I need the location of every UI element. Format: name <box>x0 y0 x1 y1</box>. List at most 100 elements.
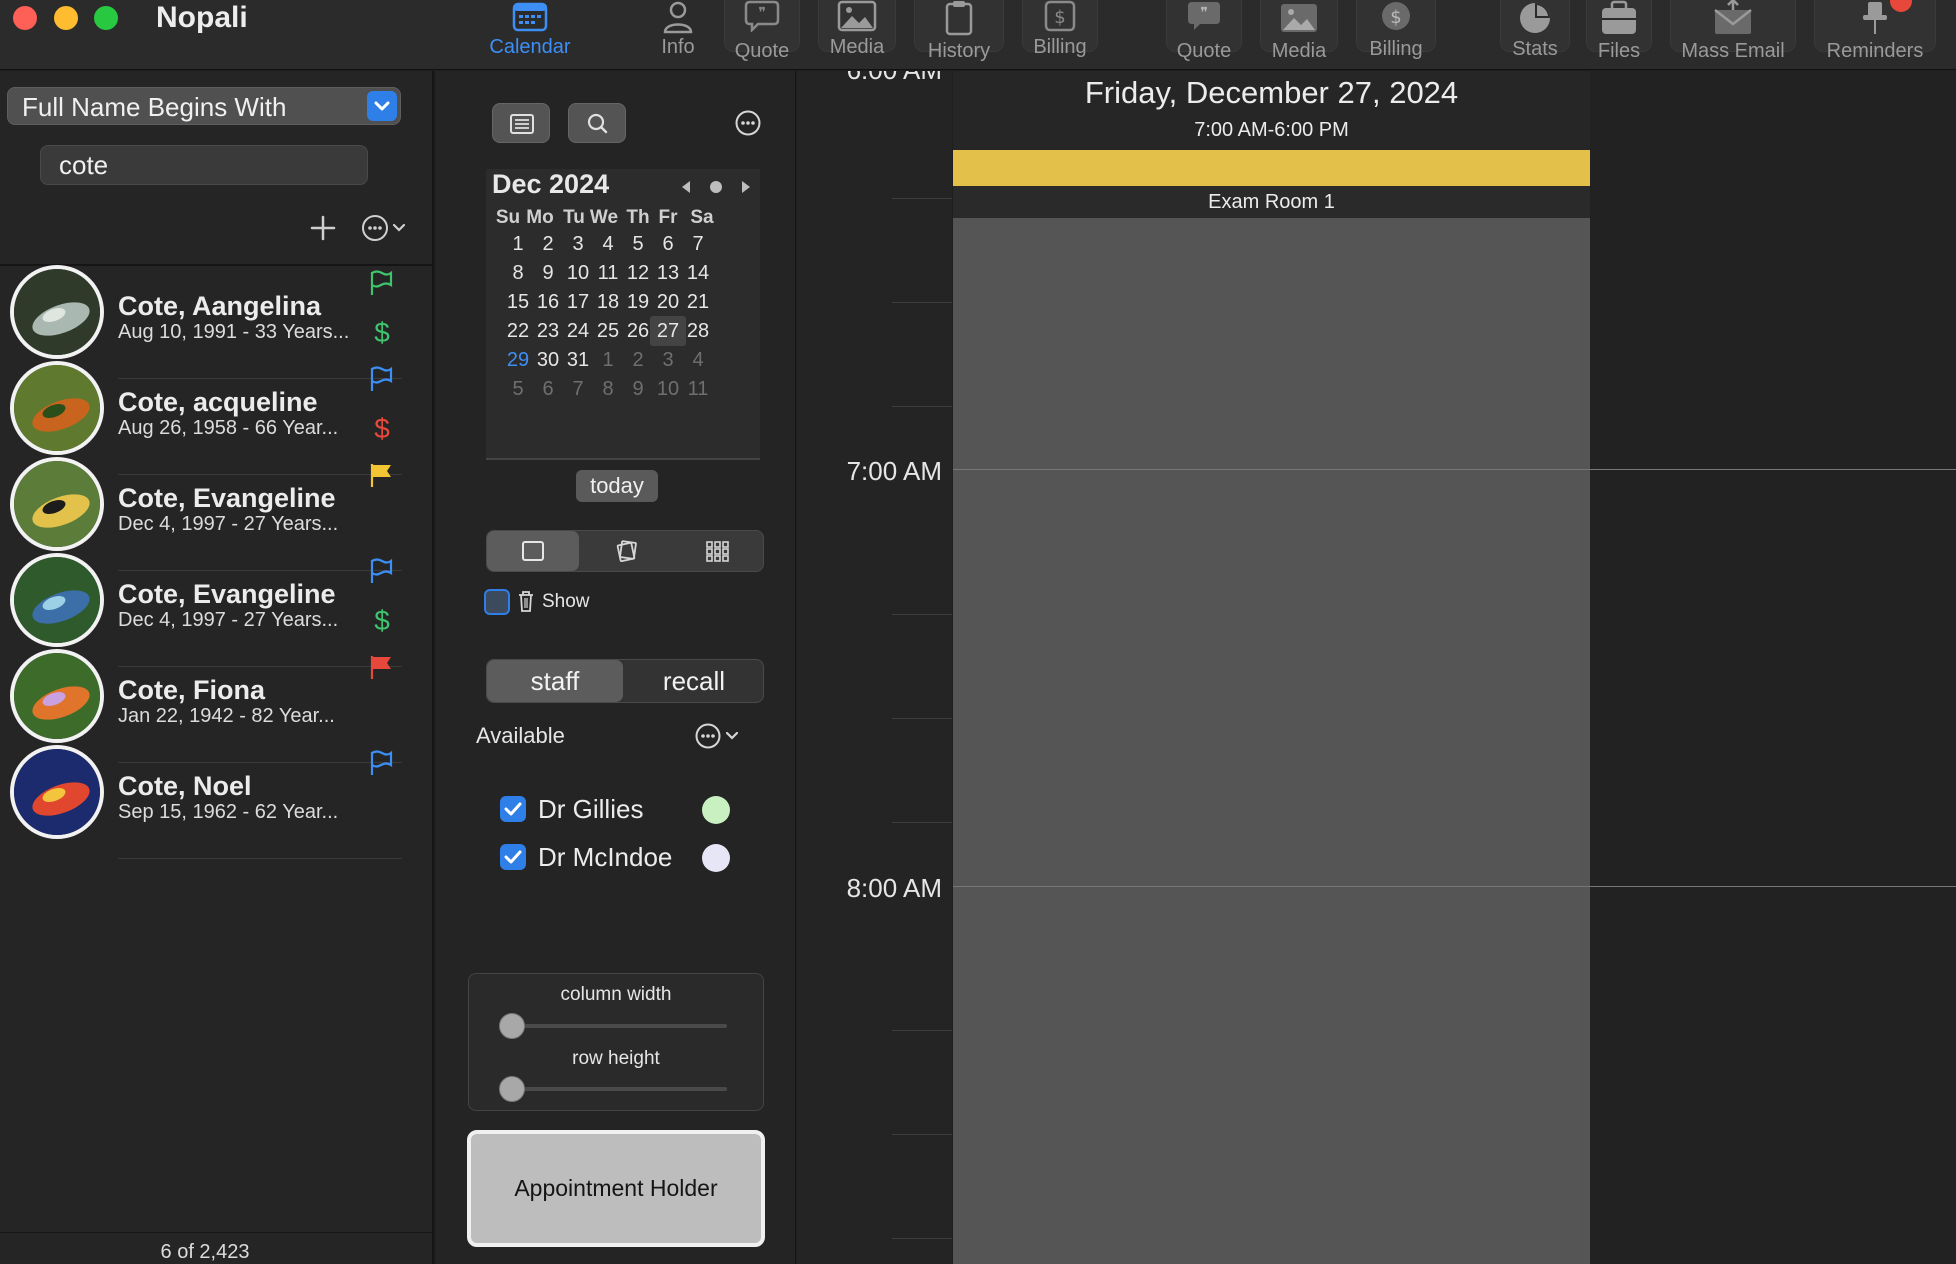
add-patient-button[interactable] <box>308 213 338 243</box>
calendar-day[interactable]: 4 <box>680 345 716 375</box>
row-height-slider[interactable] <box>513 1087 727 1091</box>
toolbar-quote[interactable]: ❞ Quote <box>724 0 800 66</box>
staff-checkbox[interactable] <box>500 844 526 870</box>
toolbar-files[interactable]: Files <box>1586 0 1652 66</box>
patient-dob: Aug 26, 1958 - 66 Year... <box>118 417 339 439</box>
patient-dob: Sep 15, 1962 - 62 Year... <box>118 801 339 823</box>
calendar-day[interactable]: 7 <box>680 229 716 259</box>
photo-icon <box>837 0 877 32</box>
calendar-day[interactable]: 11 <box>680 374 716 404</box>
more-options-button[interactable] <box>360 213 414 243</box>
photo-icon <box>1281 4 1317 32</box>
day-title: Friday, December 27, 2024 <box>1084 75 1459 110</box>
toolbar-billing[interactable]: $ Billing <box>1022 0 1098 66</box>
square-icon <box>522 541 544 561</box>
record-count: 6 of 2,423 <box>160 1241 250 1263</box>
grid-view-button[interactable] <box>673 531 763 571</box>
appointment-holder[interactable]: Appointment Holder <box>467 1130 765 1247</box>
reminders-badge <box>1890 0 1912 12</box>
toolbar-calendar-label: Calendar <box>489 36 571 58</box>
calendar-day[interactable]: 14 <box>680 258 716 288</box>
view-mode-segmented <box>486 530 764 572</box>
filter-select[interactable]: Full Name Begins With <box>7 87 401 125</box>
tab-staff[interactable]: staff <box>487 660 623 702</box>
patient-row[interactable]: Cote, Noel Sep 15, 1962 - 62 Year... <box>0 739 410 859</box>
calendar-day[interactable]: 21 <box>680 287 716 317</box>
avatar <box>10 553 104 647</box>
toolbar-stats[interactable]: Stats <box>1500 0 1570 66</box>
search-icon <box>587 113 608 134</box>
list-view-button[interactable] <box>492 103 550 143</box>
toolbar-billing-2-label: Billing <box>1369 38 1423 60</box>
current-month-icon[interactable] <box>710 181 722 193</box>
tab-recall[interactable]: recall <box>625 660 763 702</box>
toolbar-mass-email[interactable]: Mass Email <box>1670 0 1796 66</box>
app-title: Nopali <box>156 1 248 34</box>
toolbar-billing-2[interactable]: $ Billing <box>1356 0 1436 66</box>
day-calendar: 6:00 AM 7:00 AM 8:00 AM Friday, December… <box>797 71 1956 1264</box>
svg-text:❞: ❞ <box>758 5 766 21</box>
staff-row[interactable]: Dr McIndoe <box>498 840 738 874</box>
toolbar-stats-label: Stats <box>1512 38 1558 60</box>
flag-icon[interactable] <box>367 557 395 585</box>
weekday-label: Mo <box>526 207 554 228</box>
weekday-label: Sa <box>690 207 714 228</box>
flag-icon[interactable] <box>367 365 395 393</box>
multi-view-button[interactable] <box>581 531 671 571</box>
toolbar-media-2[interactable]: Media <box>1260 0 1338 66</box>
time-label-6am: 6:00 AM <box>847 71 942 86</box>
staff-color-dot[interactable] <box>702 844 730 872</box>
billing-icon: $ <box>1382 2 1410 30</box>
calendar-controls-panel: Dec 2024 Su Mo Tu We Th Fr Sa 1 2 3 4 5 6 7 8 9 10 11 12 1… <box>436 71 796 1264</box>
calendar-day[interactable]: 28 <box>680 316 716 346</box>
svg-text:$: $ <box>1054 7 1065 28</box>
patient-dob: Aug 10, 1991 - 33 Years... <box>118 321 350 343</box>
column-width-slider[interactable] <box>513 1024 727 1028</box>
search-input[interactable] <box>40 145 368 185</box>
hour-line-8am <box>953 886 1956 887</box>
toolbar-reminders[interactable]: Reminders <box>1814 0 1936 66</box>
toolbar-history-label: History <box>927 40 991 62</box>
clipboard-icon <box>945 1 973 36</box>
toolbar-calendar[interactable]: Calendar <box>480 0 580 66</box>
row-height-slider-knob[interactable] <box>499 1076 525 1102</box>
toolbar-history[interactable]: History <box>914 0 1004 66</box>
room-header[interactable]: Exam Room 1 <box>953 186 1590 218</box>
weekday-label: Su <box>495 207 521 228</box>
tick-mark <box>892 718 952 719</box>
toolbar-media[interactable]: Media <box>818 0 896 66</box>
available-label: Available <box>476 723 565 748</box>
calendar-nav[interactable] <box>678 177 754 197</box>
next-month-icon[interactable] <box>742 181 750 193</box>
toolbar-info[interactable]: Info <box>647 0 709 66</box>
close-window-button[interactable] <box>13 6 37 30</box>
patient-name: Cote, acqueline <box>118 387 318 417</box>
toolbar-billing-label: Billing <box>1033 36 1087 58</box>
flag-icon[interactable] <box>367 749 395 777</box>
today-button[interactable]: today <box>576 470 658 502</box>
show-deleted-checkbox[interactable] <box>484 589 510 615</box>
exam-room-column[interactable] <box>953 71 1590 1264</box>
zoom-window-button[interactable] <box>94 6 118 30</box>
single-view-button[interactable] <box>487 531 579 571</box>
show-deleted-label: Show <box>542 591 590 612</box>
minimize-window-button[interactable] <box>54 6 78 30</box>
patient-dob: Jan 22, 1942 - 82 Year... <box>118 705 335 727</box>
avatar <box>10 457 104 551</box>
day-header: Friday, December 27, 2024 7:00 AM-6:00 P… <box>953 71 1590 150</box>
flag-icon[interactable] <box>367 461 395 489</box>
available-options-button[interactable] <box>694 721 748 751</box>
time-label-8am: 8:00 AM <box>846 873 942 903</box>
ellipsis-circle-icon[interactable] <box>734 109 762 137</box>
column-width-slider-knob[interactable] <box>499 1013 525 1039</box>
flag-icon[interactable] <box>367 653 395 681</box>
patient-name: Cote, Noel <box>118 771 252 801</box>
staff-recall-segmented: staff recall <box>486 659 764 703</box>
staff-row[interactable]: Dr Gillies <box>498 792 738 826</box>
staff-checkbox[interactable] <box>500 796 526 822</box>
flag-icon[interactable] <box>367 269 395 297</box>
toolbar-quote-2[interactable]: ❞ Quote <box>1166 0 1242 66</box>
prev-month-icon[interactable] <box>682 181 690 193</box>
staff-color-dot[interactable] <box>702 796 730 824</box>
search-button[interactable] <box>568 103 626 143</box>
